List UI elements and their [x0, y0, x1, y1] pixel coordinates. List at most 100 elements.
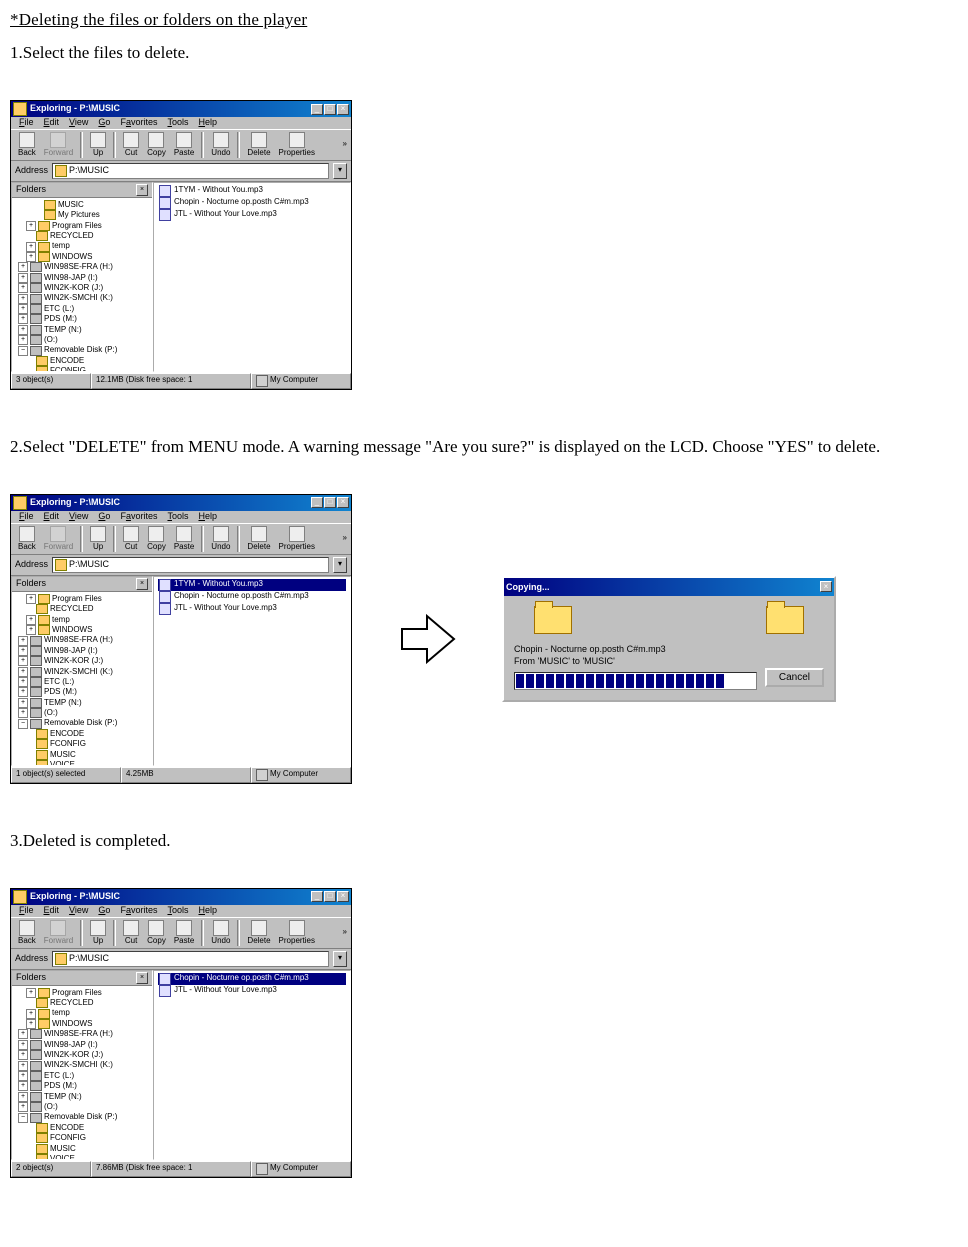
address-dropdown-button[interactable]: ▾ [333, 163, 347, 179]
menu-edit[interactable]: Edit [40, 906, 64, 916]
drive-icon [30, 262, 42, 272]
cancel-button[interactable]: Cancel [765, 668, 824, 687]
drive-icon [30, 346, 42, 356]
file-item[interactable]: Chopin - Nocturne op.posth C#m.mp3 [158, 197, 346, 209]
close-folders-icon[interactable]: × [136, 578, 148, 590]
minimize-button[interactable]: _ [311, 891, 323, 902]
back-button[interactable]: Back [15, 526, 39, 552]
folder-icon [55, 559, 67, 571]
close-folders-icon[interactable]: × [136, 184, 148, 196]
address-field[interactable]: P:\MUSIC [52, 557, 329, 573]
close-folders-icon[interactable]: × [136, 972, 148, 984]
file-item[interactable]: Chopin - Nocturne op.posth C#m.mp3 [158, 591, 346, 603]
file-item[interactable]: JTL - Without Your Love.mp3 [158, 603, 346, 615]
menu-view[interactable]: View [65, 512, 92, 522]
menu-help[interactable]: Help [194, 512, 221, 522]
folder-icon [44, 210, 56, 220]
back-button[interactable]: Back [15, 132, 39, 158]
address-field[interactable]: P:\MUSIC [52, 951, 329, 967]
menu-go[interactable]: Go [94, 906, 114, 916]
menu-help[interactable]: Help [194, 118, 221, 128]
explorer-window-3: Exploring - P:\MUSIC _□× File Edit View … [10, 888, 352, 1178]
close-button[interactable]: × [337, 891, 349, 902]
menu-file[interactable]: File [15, 512, 38, 522]
file-item-selected[interactable]: 1TYM - Without You.mp3 [158, 579, 346, 591]
close-button[interactable]: × [337, 497, 349, 508]
delete-button[interactable]: Delete [244, 920, 273, 946]
folders-pane[interactable]: Folders× +Program Files RECYCLED +temp +… [11, 576, 153, 766]
properties-button[interactable]: Properties [276, 526, 318, 552]
close-button[interactable]: × [337, 104, 349, 115]
menu-favorites[interactable]: Favorites [116, 906, 161, 916]
paste-button[interactable]: Paste [171, 526, 197, 552]
menu-view[interactable]: View [65, 906, 92, 916]
file-item-selected[interactable]: Chopin - Nocturne op.posth C#m.mp3 [158, 973, 346, 985]
cut-button[interactable]: Cut [120, 132, 142, 158]
toolbar-chevron[interactable]: » [343, 140, 347, 149]
forward-button[interactable]: Forward [41, 526, 76, 552]
copy-button[interactable]: Copy [144, 920, 169, 946]
folders-pane[interactable]: Folders× +Program Files RECYCLED +temp +… [11, 970, 153, 1160]
menu-view[interactable]: View [65, 118, 92, 128]
folder-tree[interactable]: +Program Files RECYCLED +temp +WINDOWS +… [12, 986, 152, 1160]
up-button[interactable]: Up [87, 132, 109, 158]
undo-button[interactable]: Undo [208, 526, 233, 552]
undo-button[interactable]: Undo [208, 132, 233, 158]
minimize-button[interactable]: _ [311, 497, 323, 508]
undo-button[interactable]: Undo [208, 920, 233, 946]
cut-icon [123, 132, 139, 148]
up-button[interactable]: Up [87, 920, 109, 946]
back-button[interactable]: Back [15, 920, 39, 946]
address-field[interactable]: P:\MUSIC [52, 163, 329, 179]
maximize-button[interactable]: □ [324, 104, 336, 115]
copy-button[interactable]: Copy [144, 526, 169, 552]
copy-button[interactable]: Copy [144, 132, 169, 158]
files-pane[interactable]: 1TYM - Without You.mp3 Chopin - Nocturne… [153, 182, 351, 372]
menu-favorites[interactable]: Favorites [116, 118, 161, 128]
menu-go[interactable]: Go [94, 512, 114, 522]
mp3-icon [159, 985, 171, 997]
toolbar-chevron[interactable]: » [343, 928, 347, 937]
file-list[interactable]: 1TYM - Without You.mp3 Chopin - Nocturne… [154, 183, 350, 223]
menu-tools[interactable]: Tools [163, 906, 192, 916]
toolbar-chevron[interactable]: » [343, 534, 347, 543]
file-item[interactable]: 1TYM - Without You.mp3 [158, 185, 346, 197]
menu-help[interactable]: Help [194, 906, 221, 916]
properties-button[interactable]: Properties [276, 132, 318, 158]
maximize-button[interactable]: □ [324, 891, 336, 902]
folder-tree[interactable]: +Program Files RECYCLED +temp +WINDOWS +… [12, 592, 152, 766]
properties-button[interactable]: Properties [276, 920, 318, 946]
folders-pane[interactable]: Folders × MUSIC My Pictures +Program Fil… [11, 182, 153, 372]
menu-file[interactable]: File [15, 118, 38, 128]
cut-button[interactable]: Cut [120, 920, 142, 946]
maximize-button[interactable]: □ [324, 497, 336, 508]
address-dropdown-button[interactable]: ▾ [333, 951, 347, 967]
files-pane[interactable]: 1TYM - Without You.mp3 Chopin - Nocturne… [153, 576, 351, 766]
up-button[interactable]: Up [87, 526, 109, 552]
delete-button[interactable]: Delete [244, 526, 273, 552]
paste-button[interactable]: Paste [171, 132, 197, 158]
status-location: My Computer [251, 1161, 351, 1177]
drive-icon [30, 304, 42, 314]
file-item[interactable]: JTL - Without Your Love.mp3 [158, 985, 346, 997]
files-pane[interactable]: Chopin - Nocturne op.posth C#m.mp3 JTL -… [153, 970, 351, 1160]
paste-button[interactable]: Paste [171, 920, 197, 946]
menu-file[interactable]: File [15, 906, 38, 916]
menu-tools[interactable]: Tools [163, 118, 192, 128]
minimize-button[interactable]: _ [311, 104, 323, 115]
menu-edit[interactable]: Edit [40, 512, 64, 522]
cut-button[interactable]: Cut [120, 526, 142, 552]
menu-favorites[interactable]: Favorites [116, 512, 161, 522]
close-button[interactable]: × [820, 581, 832, 592]
drive-icon [30, 294, 42, 304]
menu-go[interactable]: Go [94, 118, 114, 128]
file-item[interactable]: JTL - Without Your Love.mp3 [158, 209, 346, 221]
forward-button[interactable]: Forward [41, 132, 76, 158]
delete-button[interactable]: Delete [244, 132, 273, 158]
titlebar: Exploring - P:\MUSIC _□× [11, 889, 351, 905]
forward-button[interactable]: Forward [41, 920, 76, 946]
address-dropdown-button[interactable]: ▾ [333, 557, 347, 573]
menu-tools[interactable]: Tools [163, 512, 192, 522]
folder-tree[interactable]: MUSIC My Pictures +Program Files RECYCLE… [12, 198, 152, 372]
menu-edit[interactable]: Edit [40, 118, 64, 128]
